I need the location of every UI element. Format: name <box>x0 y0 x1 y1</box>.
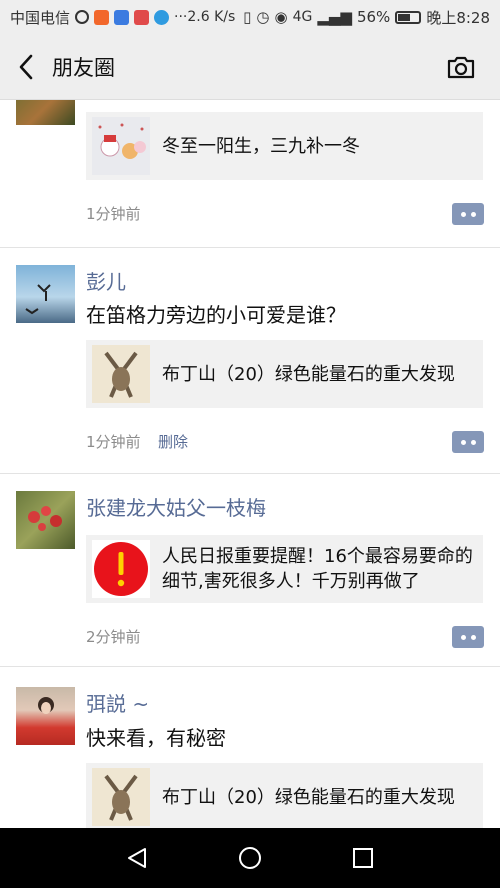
moment-post: 弭説 ~ 快来看，有秘密 布丁山（20）绿色能量石的重大发现 <box>0 666 500 828</box>
circle-home-icon <box>238 847 261 869</box>
link-thumbnail <box>92 117 150 175</box>
post-author[interactable]: 张建龙大姑父一枝梅 <box>86 492 266 521</box>
recents-key[interactable] <box>343 838 383 878</box>
post-time: 1分钟前 <box>86 433 141 451</box>
battery-icon <box>395 10 422 24</box>
status-bar: 中国电信 ···2.6 K/s ▯ ◷ ◉ 4G ▂▄▆ 56% 晚上8:28 <box>0 0 500 34</box>
moment-post: 彭儿 在笛格力旁边的小可爱是谁？ 布丁山（20）绿色能量石的重大发现 1分钟前 … <box>0 247 500 473</box>
back-key[interactable] <box>117 838 157 878</box>
link-thumbnail <box>92 768 150 826</box>
page-title: 朋友圈 <box>52 55 115 80</box>
shared-link-card[interactable]: 人民日报重要提醒！16个最容易要命的细节,害死很多人！千万别再做了 <box>86 535 483 603</box>
network-speed: ···2.6 K/s <box>174 9 236 25</box>
shared-link-card[interactable]: 布丁山（20）绿色能量石的重大发现 <box>86 763 483 828</box>
network-type: 4G <box>292 9 313 25</box>
app-notification-icon <box>114 9 130 25</box>
link-title: 人民日报重要提醒！16个最容易要命的细节,害死很多人！千万别再做了 <box>162 546 473 592</box>
signal-icon: ▂▄▆ <box>317 8 352 26</box>
alarm-icon: ◷ <box>256 8 270 26</box>
avatar[interactable] <box>16 265 75 323</box>
vibrate-icon: ▯ <box>243 8 252 26</box>
chevron-left-icon <box>19 54 33 79</box>
avatar[interactable] <box>16 687 75 745</box>
post-time: 1分钟前 <box>86 205 141 223</box>
link-thumbnail <box>92 345 150 403</box>
comment-button[interactable] <box>452 203 484 225</box>
exclamation-icon <box>94 542 148 596</box>
eye-icon: ◉ <box>274 8 288 26</box>
post-author[interactable]: 彭儿 <box>86 266 126 295</box>
link-title: 布丁山（20）绿色能量石的重大发现 <box>162 786 455 808</box>
shared-link-card[interactable]: 冬至一阳生，三九补一冬 <box>86 112 483 180</box>
clock: 晚上8:28 <box>426 8 490 27</box>
app-notification-icon <box>94 9 110 25</box>
moment-post: 张建龙大姑父一枝梅 人民日报重要提醒！16个最容易要命的细节,害死很多人！千万别… <box>0 473 500 666</box>
avatar[interactable] <box>16 491 75 549</box>
link-thumbnail <box>92 540 150 598</box>
post-author[interactable]: 弭説 ~ <box>86 688 149 717</box>
post-text: 在笛格力旁边的小可爱是谁？ <box>86 303 346 327</box>
camera-button[interactable] <box>446 52 476 82</box>
comment-button[interactable] <box>452 431 484 453</box>
home-key[interactable] <box>230 838 270 878</box>
nav-bar: 朋友圈 <box>0 34 500 100</box>
shared-link-card[interactable]: 布丁山（20）绿色能量石的重大发现 <box>86 340 483 408</box>
carrier-label: 中国电信 <box>10 8 71 27</box>
triangle-back-icon <box>127 848 146 868</box>
app-notification-icon <box>134 9 150 25</box>
link-title: 冬至一阳生，三九补一冬 <box>162 135 360 157</box>
delete-link[interactable]: 删除 <box>158 431 188 452</box>
app-notification-icon <box>154 9 170 25</box>
sync-icon <box>75 10 90 24</box>
back-button[interactable] <box>0 34 52 100</box>
post-text: 快来看，有秘密 <box>86 726 226 750</box>
camera-icon <box>447 56 475 79</box>
battery-percent: 56% <box>356 8 391 26</box>
avatar[interactable] <box>16 100 75 125</box>
moments-feed[interactable]: 冬至一阳生，三九补一冬 1分钟前 彭儿 在笛格力旁边的小可爱是谁？ 布丁山（20… <box>0 100 500 828</box>
comment-button[interactable] <box>452 626 484 648</box>
square-recents-icon <box>353 848 374 868</box>
link-title: 布丁山（20）绿色能量石的重大发现 <box>162 363 455 385</box>
moment-post: 冬至一阳生，三九补一冬 1分钟前 <box>0 100 500 247</box>
post-time: 2分钟前 <box>86 628 141 646</box>
system-nav-bar <box>0 828 500 888</box>
